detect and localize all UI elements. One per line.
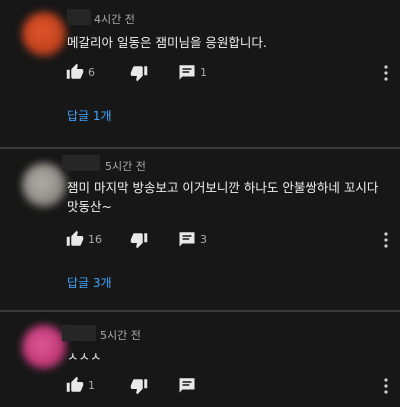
comment-icon[interactable]: [178, 376, 196, 394]
comment-timestamp: 5시간 전: [105, 160, 146, 173]
comment-actions: 1: [66, 376, 396, 395]
thumbs-down-icon[interactable]: [130, 377, 148, 395]
comment-text: 잼미 마지막 방송보고 이거보니깐 하나도 안불쌍하네 꼬시다 맛동산~: [67, 180, 379, 214]
comment-icon[interactable]: [178, 230, 196, 248]
comment-icon[interactable]: [178, 63, 196, 81]
thumbs-up-icon[interactable]: [66, 230, 84, 248]
comment-actions: 6 1: [66, 63, 396, 82]
author-name-redacted[interactable]: [62, 155, 100, 171]
comment-timestamp: 5시간 전: [100, 329, 141, 342]
author-name-redacted[interactable]: [62, 325, 96, 341]
like-count: 16: [88, 233, 102, 246]
avatar[interactable]: [22, 325, 66, 369]
view-replies-link[interactable]: 답글 3개: [67, 274, 112, 291]
like-count: 6: [88, 66, 95, 79]
reply-count: 1: [200, 66, 207, 79]
thumbs-down-icon[interactable]: [130, 64, 148, 82]
comment-text: 메갈리아 일동은 잼미님을 응원합니다.: [67, 35, 267, 50]
thumbs-down-icon[interactable]: [130, 231, 148, 249]
like-count: 1: [88, 379, 95, 392]
comment-2: 5시간 전 잼미 마지막 방송보고 이거보니깐 하나도 안불쌍하네 꼬시다 맛동…: [0, 149, 400, 310]
thumbs-up-icon[interactable]: [66, 63, 84, 81]
thumbs-up-icon[interactable]: [66, 376, 84, 394]
comment-text: ㅅㅅㅅ: [67, 349, 102, 364]
more-vert-icon[interactable]: [383, 378, 389, 394]
comment-timestamp: 4시간 전: [94, 13, 135, 26]
comment-3: 5시간 전 ㅅㅅㅅ 1: [0, 312, 400, 407]
more-vert-icon[interactable]: [383, 65, 389, 81]
author-name-redacted[interactable]: [67, 9, 91, 25]
more-vert-icon[interactable]: [383, 232, 389, 248]
reply-count: 3: [200, 233, 207, 246]
avatar[interactable]: [22, 163, 66, 207]
avatar[interactable]: [22, 12, 66, 56]
comment-actions: 16 3: [66, 230, 396, 249]
comment-1: 4시간 전 메갈리아 일동은 잼미님을 응원합니다. 6 1 답글 1개: [0, 0, 400, 147]
view-replies-link[interactable]: 답글 1개: [67, 107, 112, 124]
